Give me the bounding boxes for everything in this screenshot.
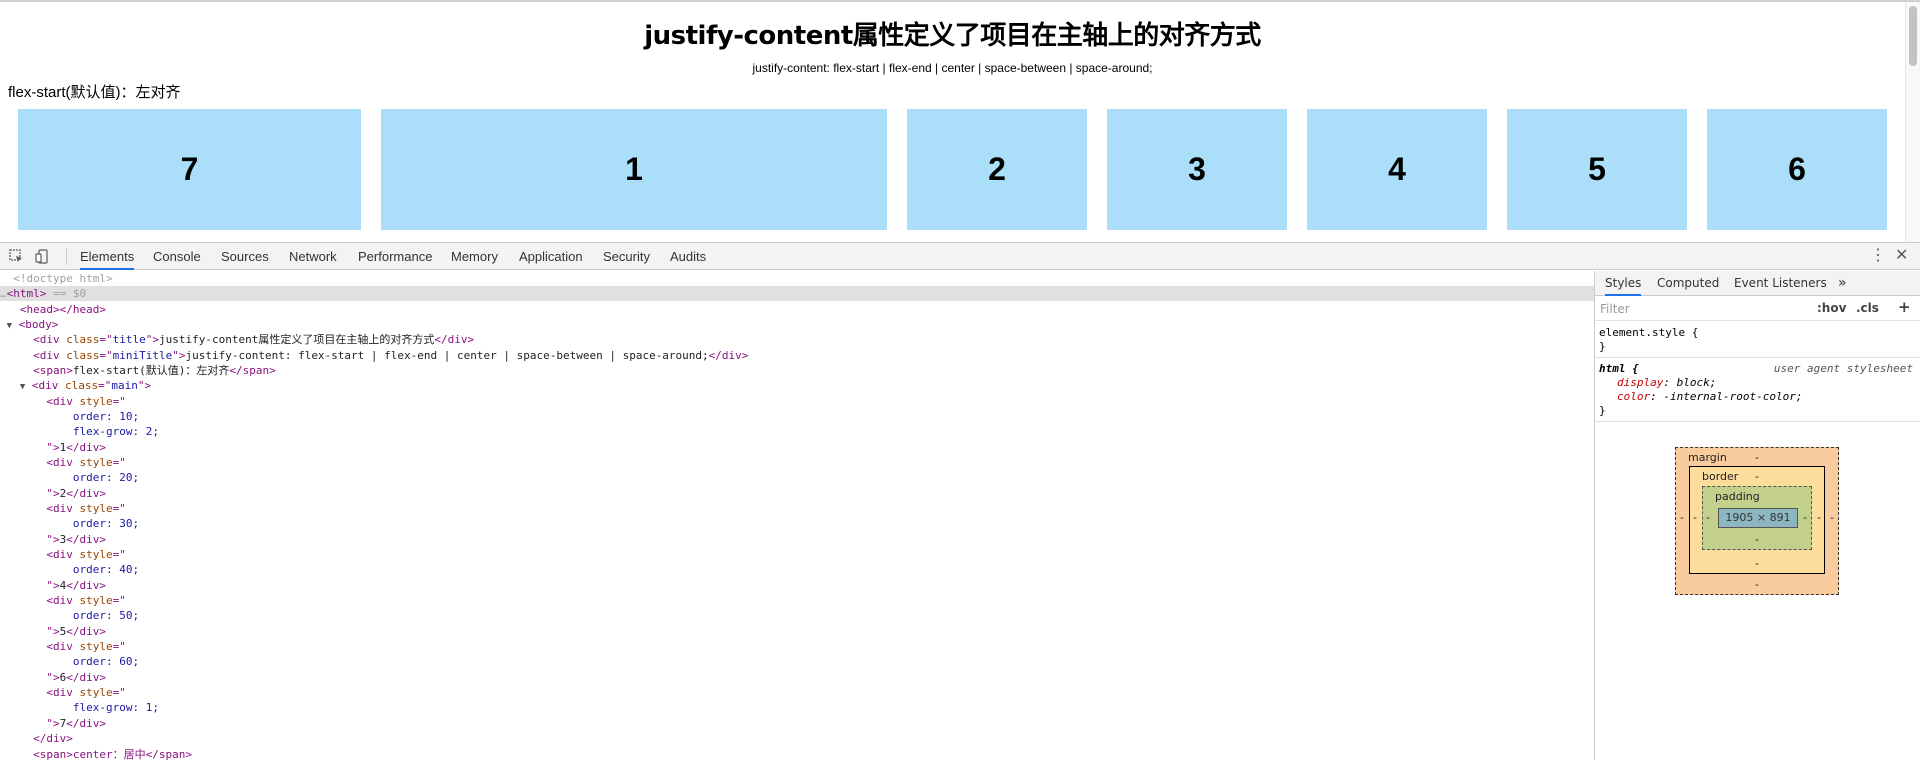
dom-line-item-close: ">2</div> xyxy=(46,487,106,500)
flex-item-6: 6 xyxy=(1707,109,1887,230)
dom-line-doctype[interactable]: <!doctype html> xyxy=(0,271,1594,286)
page-viewport: justify-content属性定义了项目在主轴上的对齐方式 justify-… xyxy=(0,0,1920,242)
margin-left-value: - xyxy=(1680,511,1684,524)
toolbar-separator xyxy=(66,248,67,265)
class-toggle-button[interactable]: .cls xyxy=(1856,301,1879,315)
html-rule-close: } xyxy=(1599,404,1606,417)
page-title: justify-content属性定义了项目在主轴上的对齐方式 xyxy=(644,21,1261,51)
padding-left-value: - xyxy=(1706,511,1710,524)
tab-performance[interactable]: Performance xyxy=(358,243,432,270)
dom-line-cut[interactable]: <span>center：居中</span> xyxy=(0,747,1594,760)
tab-application[interactable]: Application xyxy=(519,243,583,270)
device-toolbar-icon[interactable] xyxy=(35,249,50,264)
flex-item-3: 3 xyxy=(1107,109,1287,230)
hover-state-button[interactable]: :hov xyxy=(1817,301,1846,315)
dom-line-body[interactable]: ▼ <body> xyxy=(0,317,1594,332)
flex-item-7: 7 xyxy=(18,109,361,230)
box-model-content: 1905 × 891 xyxy=(1718,508,1798,528)
tab-security[interactable]: Security xyxy=(603,243,650,270)
dom-line-minititle-div[interactable]: <div class="miniTitle">justify-content: … xyxy=(0,348,1594,363)
html-rule[interactable]: html { user agent stylesheet display: blo… xyxy=(1599,362,1917,418)
more-options-icon[interactable]: ⋮ xyxy=(1870,247,1886,265)
flex-item-1: 1 xyxy=(381,109,887,230)
border-right-value: - xyxy=(1817,511,1821,524)
tab-network[interactable]: Network xyxy=(289,243,337,270)
margin-bottom-value: - xyxy=(1755,578,1759,591)
prop-display[interactable]: display: block; xyxy=(1599,376,1917,390)
close-icon[interactable]: ✕ xyxy=(1895,247,1908,265)
inspect-element-icon[interactable] xyxy=(9,249,24,264)
dom-line-item-style: flex-grow: 2; xyxy=(72,425,159,438)
margin-label: margin xyxy=(1688,451,1727,464)
dom-line-main-close[interactable]: </div> xyxy=(0,731,1594,746)
dom-line-head[interactable]: <head></head> xyxy=(0,302,1594,317)
dom-line-item-close: ">5</div> xyxy=(46,625,106,638)
rule-divider xyxy=(1595,421,1920,422)
elements-tree: <!doctype html> …<html> == $0 <head></he… xyxy=(0,271,1594,760)
element-style-selector: element.style { xyxy=(1599,326,1699,339)
flex-item-5: 5 xyxy=(1507,109,1687,230)
dom-line-html[interactable]: …<html> == $0 xyxy=(0,286,1594,301)
padding-right-value: - xyxy=(1803,511,1807,524)
rule-divider xyxy=(1595,357,1920,358)
devtools-panel: Elements Console Sources Network Perform… xyxy=(0,242,1920,760)
tab-sources[interactable]: Sources xyxy=(221,243,269,270)
styles-pane: Styles Computed Event Listeners » :hov .… xyxy=(1595,271,1920,760)
dom-line-item-style: order: 60; xyxy=(72,655,140,668)
mini-title: justify-content: flex-start | flex-end |… xyxy=(752,61,1153,75)
dom-line-item-open[interactable]: <div style=" xyxy=(0,501,1594,516)
tab-event-listeners[interactable]: Event Listeners xyxy=(1734,271,1827,296)
dom-line-item-close: ">7</div> xyxy=(46,717,106,730)
prop-color[interactable]: color: -internal-root-color; xyxy=(1599,390,1917,404)
devtools-toolbar: Elements Console Sources Network Perform… xyxy=(0,243,1920,270)
dom-line-item-close: ">3</div> xyxy=(46,533,106,546)
dom-line-item-style: flex-grow: 1; xyxy=(72,701,159,714)
dom-line-item-close: ">6</div> xyxy=(46,671,106,684)
dom-line-title-div[interactable]: <div class="title">justify-content属性定义了项… xyxy=(0,332,1594,347)
dom-line-item-style: order: 20; xyxy=(72,471,140,484)
element-style-close: } xyxy=(1599,340,1606,353)
dom-line-item-style: order: 10; xyxy=(72,410,140,423)
user-agent-label: user agent stylesheet xyxy=(1773,362,1913,375)
dom-line-item-open[interactable]: <div style=" xyxy=(0,455,1594,470)
section-label: flex-start(默认值)：左对齐 xyxy=(8,84,181,101)
tab-memory[interactable]: Memory xyxy=(451,243,498,270)
tab-console[interactable]: Console xyxy=(153,243,201,270)
dom-line-span[interactable]: <span>flex-start(默认值)：左对齐</span> xyxy=(0,363,1594,378)
styles-filter-input[interactable] xyxy=(1600,300,1780,318)
tab-audits[interactable]: Audits xyxy=(670,243,706,270)
tab-styles[interactable]: Styles xyxy=(1605,271,1642,296)
border-top-value: - xyxy=(1755,470,1759,483)
dom-line-item-open[interactable]: <div style=" xyxy=(0,639,1594,654)
flex-item-4: 4 xyxy=(1307,109,1487,230)
border-bottom-value: - xyxy=(1755,557,1759,570)
dom-line-item-open[interactable]: <div style=" xyxy=(0,394,1594,409)
dom-line-item-style: order: 30; xyxy=(72,517,140,530)
styles-tabs: Styles Computed Event Listeners » xyxy=(1595,271,1920,296)
dom-line-item-close: ">4</div> xyxy=(46,579,106,592)
page-scrollbar-thumb[interactable] xyxy=(1909,6,1917,66)
tab-elements[interactable]: Elements xyxy=(80,243,135,270)
margin-right-value: - xyxy=(1830,511,1834,524)
styles-filter-row: :hov .cls + xyxy=(1595,297,1920,321)
padding-label: padding xyxy=(1715,490,1760,503)
dom-line-item-open[interactable]: <div style=" xyxy=(0,547,1594,562)
tab-computed[interactable]: Computed xyxy=(1657,271,1719,296)
dom-line-item-open[interactable]: <div style=" xyxy=(0,685,1594,700)
dom-line-item-close: ">1</div> xyxy=(46,441,106,454)
html-rule-selector: html { xyxy=(1599,362,1639,375)
element-style-rule[interactable]: element.style { } xyxy=(1599,326,1917,354)
border-left-value: - xyxy=(1693,511,1697,524)
dom-line-item-style: order: 40; xyxy=(72,563,140,576)
more-tabs-icon[interactable]: » xyxy=(1838,271,1847,296)
dom-line-item-open[interactable]: <div style=" xyxy=(0,593,1594,608)
padding-bottom-value: - xyxy=(1755,533,1759,546)
margin-top-value: - xyxy=(1755,451,1759,464)
border-label: border xyxy=(1702,470,1739,483)
new-rule-button[interactable]: + xyxy=(1898,298,1911,316)
dom-line-item-style: order: 50; xyxy=(72,609,140,622)
flex-item-2: 2 xyxy=(907,109,1087,230)
page-scrollbar[interactable] xyxy=(1905,2,1920,242)
dom-line-main-div[interactable]: ▼ <div class="main"> xyxy=(0,378,1594,393)
